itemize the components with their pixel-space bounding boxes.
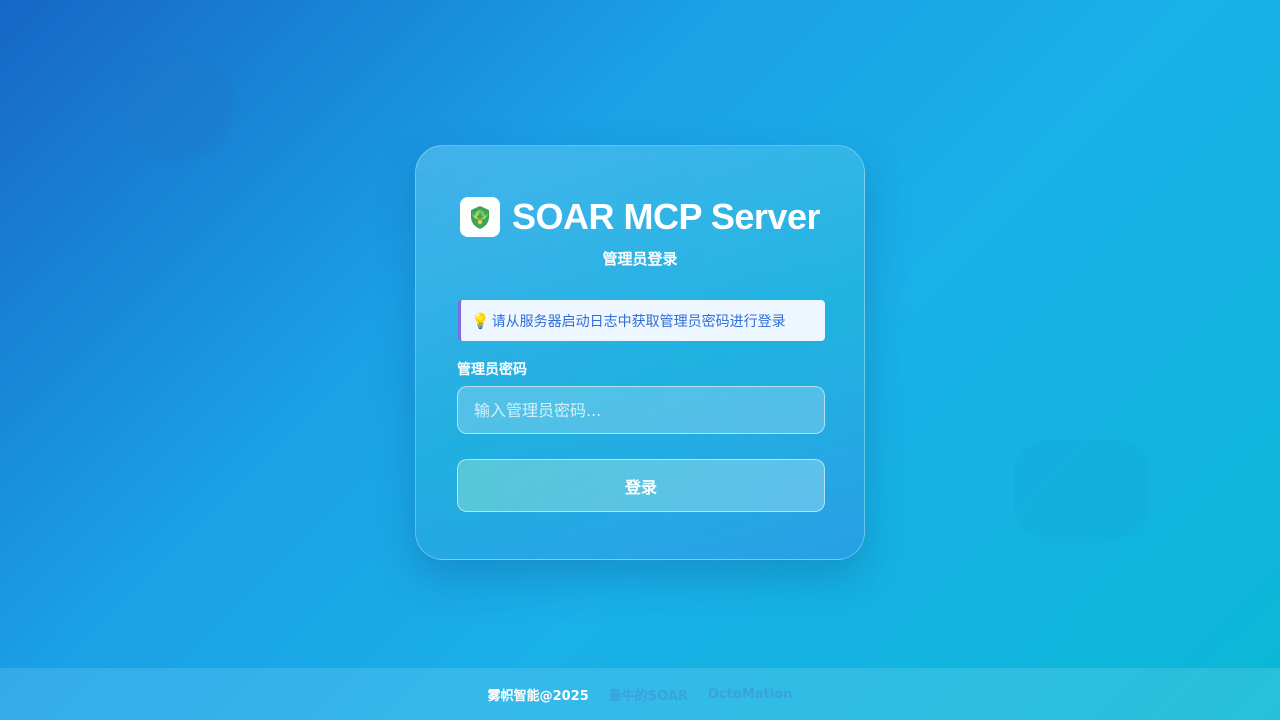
lightbulb-icon: 💡 bbox=[471, 311, 490, 330]
password-input[interactable] bbox=[457, 386, 825, 434]
background-blob bbox=[122, 52, 234, 160]
login-card: SOAR MCP Server 管理员登录 💡 请从服务器启动日志中获取管理员密… bbox=[415, 145, 865, 560]
app-title: SOAR MCP Server bbox=[512, 196, 820, 237]
shield-plant-icon bbox=[460, 197, 501, 237]
background-blob bbox=[1014, 440, 1150, 538]
page-subtitle: 管理员登录 bbox=[602, 250, 678, 268]
footer-link-soar[interactable]: 最牛的SOAR bbox=[609, 685, 688, 704]
footer-copyright: 雾帜智能@2025 bbox=[487, 688, 589, 704]
footer: 雾帜智能@2025 最牛的SOAR OctoMation bbox=[0, 668, 1280, 720]
password-label: 管理员密码 bbox=[457, 362, 527, 378]
footer-link-octomation[interactable]: OctoMation bbox=[708, 687, 792, 702]
info-hint: 💡 请从服务器启动日志中获取管理员密码进行登录 bbox=[458, 300, 825, 341]
login-button[interactable]: 登录 bbox=[457, 459, 825, 512]
hint-text: 请从服务器启动日志中获取管理员密码进行登录 bbox=[491, 313, 786, 330]
brand-header: SOAR MCP Server bbox=[416, 196, 864, 238]
